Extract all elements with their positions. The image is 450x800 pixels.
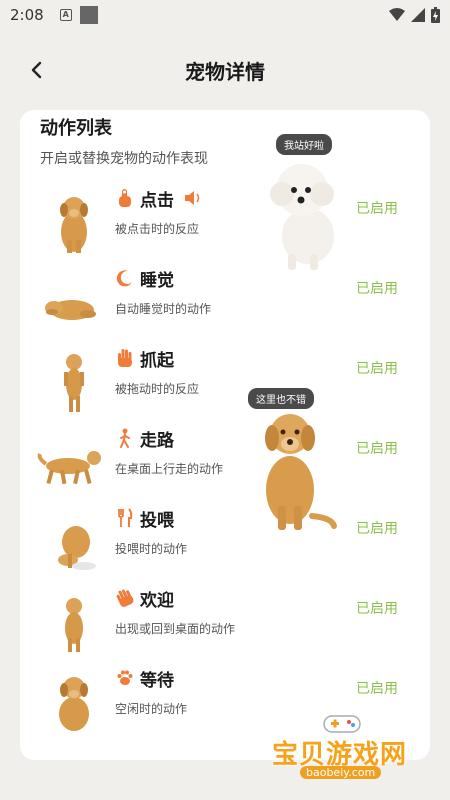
action-status[interactable]: 已启用 bbox=[356, 438, 398, 458]
cell-signal-icon bbox=[411, 8, 425, 22]
action-list-card: 动作列表 开启或替换宠物的动作表现 点击 被点击时的反应 已启用 睡觉 自动睡觉… bbox=[20, 110, 430, 760]
wifi-icon bbox=[389, 8, 405, 21]
hand-icon bbox=[115, 348, 135, 368]
action-row-sleep[interactable]: 睡觉 自动睡觉时的动作 已启用 bbox=[20, 268, 430, 348]
action-description: 被拖动时的反应 bbox=[115, 382, 200, 396]
waving-hand-icon bbox=[115, 588, 135, 608]
action-description: 投喂时的动作 bbox=[115, 542, 188, 556]
action-status[interactable]: 已启用 bbox=[356, 278, 398, 298]
chevron-left-icon bbox=[31, 61, 42, 79]
dog-hanging-thumbnail bbox=[64, 354, 84, 412]
dog-waving-thumbnail bbox=[65, 598, 83, 652]
action-name: 欢迎 bbox=[140, 591, 174, 611]
action-description: 出现或回到桌面的动作 bbox=[115, 622, 236, 636]
action-description: 自动睡觉时的动作 bbox=[115, 302, 212, 316]
paw-icon bbox=[115, 668, 135, 688]
dog-eating-thumbnail bbox=[58, 526, 96, 570]
action-row-pickup[interactable]: 抓起 被拖动时的反应 已启用 bbox=[20, 348, 430, 428]
speaker-icon[interactable] bbox=[184, 190, 202, 206]
action-status[interactable]: 已启用 bbox=[356, 198, 398, 218]
page-header: 宠物详情 bbox=[0, 45, 450, 95]
dog-walking-thumbnail bbox=[37, 451, 101, 485]
action-status[interactable]: 已启用 bbox=[356, 598, 398, 618]
fork-knife-icon bbox=[115, 508, 135, 528]
page-title: 宠物详情 bbox=[185, 59, 265, 84]
gamepad-icon bbox=[323, 715, 361, 733]
action-row-walk[interactable]: 走路 在桌面上行走的动作 已启用 bbox=[20, 428, 430, 508]
action-description: 被点击时的反应 bbox=[115, 222, 200, 236]
square-notification-icon bbox=[79, 6, 98, 24]
dog-sitting-thumbnail bbox=[60, 197, 88, 253]
dog-sleeping-thumbnail bbox=[45, 300, 96, 320]
moon-icon bbox=[115, 268, 135, 288]
poodle-speech-bubble: 我站好啦 bbox=[276, 134, 332, 155]
tap-hand-icon bbox=[115, 188, 135, 208]
action-row-welcome[interactable]: 欢迎 出现或回到桌面的动作 已启用 bbox=[20, 588, 430, 668]
section-subtitle: 开启或替换宠物的动作表现 bbox=[40, 151, 208, 167]
status-bar: 2:08 A bbox=[0, 0, 450, 30]
action-description: 在桌面上行走的动作 bbox=[115, 462, 224, 476]
back-button[interactable] bbox=[24, 57, 50, 83]
watermark-url: baobeiy.com bbox=[300, 766, 382, 779]
section-title: 动作列表 bbox=[40, 118, 112, 139]
action-name: 睡觉 bbox=[140, 271, 174, 291]
watermark-logo: 宝贝游戏网 baobeiy.com bbox=[272, 712, 422, 782]
dog-waiting-thumbnail bbox=[59, 677, 89, 731]
poodle-pet[interactable] bbox=[260, 154, 350, 272]
action-status[interactable]: 已启用 bbox=[356, 358, 398, 378]
action-description: 空闲时的动作 bbox=[115, 702, 188, 716]
action-row-feed[interactable]: 投喂 投喂时的动作 已启用 bbox=[20, 508, 430, 588]
walking-person-icon bbox=[115, 428, 135, 448]
action-name: 等待 bbox=[140, 671, 174, 691]
action-status[interactable]: 已启用 bbox=[356, 518, 398, 538]
status-time: 2:08 bbox=[10, 6, 44, 24]
action-row-click[interactable]: 点击 被点击时的反应 已启用 bbox=[20, 188, 430, 268]
action-name: 抓起 bbox=[140, 351, 174, 371]
action-name: 点击 bbox=[140, 191, 174, 211]
battery-icon bbox=[431, 7, 440, 23]
action-name: 投喂 bbox=[140, 511, 174, 531]
golden-retriever-pet[interactable] bbox=[246, 406, 338, 534]
action-status[interactable]: 已启用 bbox=[356, 678, 398, 698]
a-notification-icon: A bbox=[59, 9, 72, 21]
action-name: 走路 bbox=[140, 431, 174, 451]
